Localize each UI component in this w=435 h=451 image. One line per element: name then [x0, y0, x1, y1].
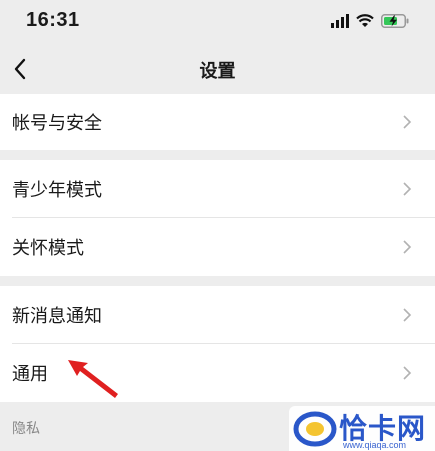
settings-item-youth-mode[interactable]: 青少年模式 [0, 160, 435, 218]
status-bar: 16:31 [0, 0, 435, 44]
status-icons [331, 12, 409, 30]
battery-charging-icon [381, 14, 409, 28]
signal-icon [331, 14, 349, 28]
status-time: 16:31 [26, 9, 80, 31]
settings-item-label: 新消息通知 [12, 306, 102, 327]
settings-item-label: 通用 [12, 364, 48, 385]
watermark-url: www.qiaqa.com [343, 440, 407, 450]
red-arrow-annotation-icon [68, 360, 118, 398]
chevron-right-icon [403, 240, 412, 254]
watermark: 恰卡网 www.qiaqa.com [289, 406, 435, 451]
chevron-right-icon [403, 182, 412, 196]
wifi-icon [356, 14, 374, 27]
settings-item-label: 帐号与安全 [12, 113, 102, 134]
settings-group-modes: 青少年模式 关怀模式 [0, 160, 435, 276]
settings-item-account-security[interactable]: 帐号与安全 [0, 94, 435, 150]
settings-group-account: 帐号与安全 [0, 94, 435, 150]
page-title: 设置 [199, 61, 236, 82]
settings-item-notifications[interactable]: 新消息通知 [0, 286, 435, 344]
nav-bar: 设置 [0, 44, 435, 94]
chevron-right-icon [403, 308, 412, 322]
settings-item-care-mode[interactable]: 关怀模式 [0, 218, 435, 276]
settings-item-label: 青少年模式 [12, 180, 102, 201]
chevron-right-icon [403, 115, 412, 129]
chevron-right-icon [403, 366, 412, 380]
watermark-logo-icon [293, 411, 337, 447]
settings-screen: 16:31 设置 帐号与安全 青少年模式 关怀模式 新消息通知 通用 隐私 恰卡… [0, 0, 435, 451]
settings-item-label: 关怀模式 [12, 238, 84, 259]
section-header-privacy: 隐私 [12, 421, 40, 437]
